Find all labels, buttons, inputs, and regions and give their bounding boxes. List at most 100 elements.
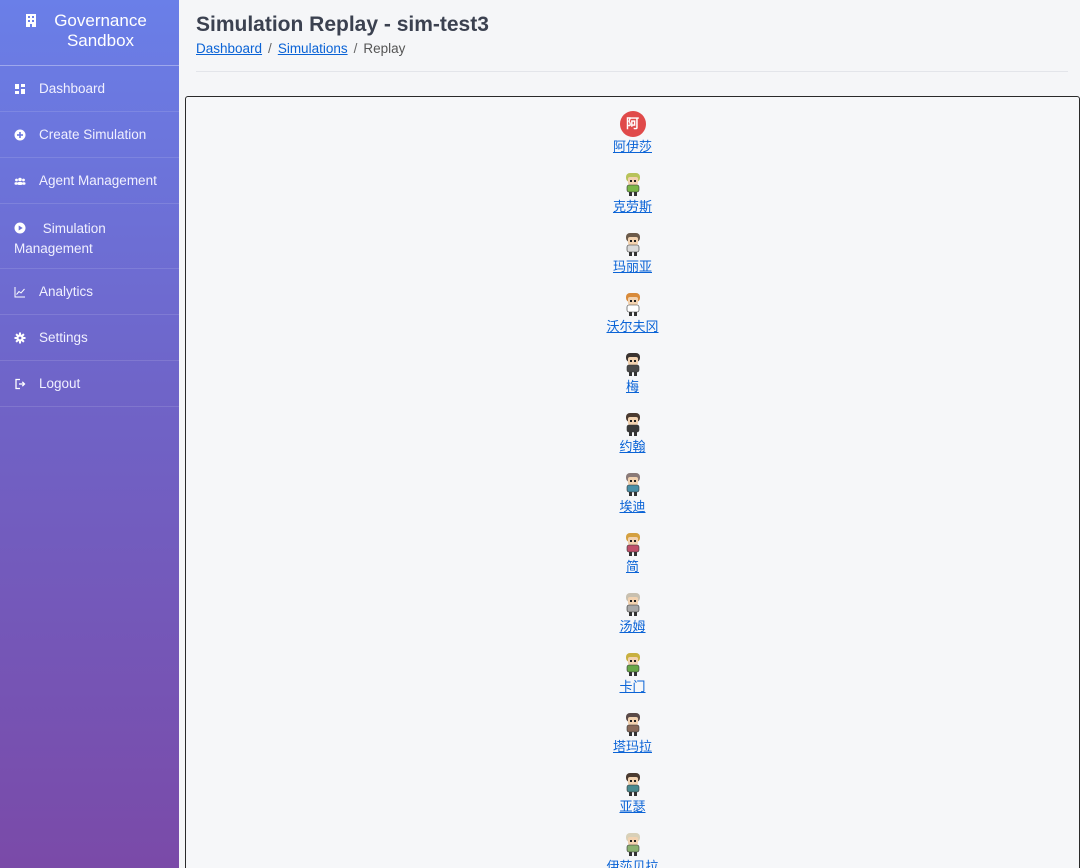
agent-item: 约翰 xyxy=(186,411,1079,456)
agent-sprite-part xyxy=(633,672,637,676)
sidebar-item-dashboard[interactable]: Dashboard xyxy=(0,66,179,112)
agent-item: 埃迪 xyxy=(186,471,1079,516)
agent-sprite-part xyxy=(629,480,632,482)
breadcrumb-separator: / xyxy=(268,41,272,56)
dashboard-icon xyxy=(15,83,25,94)
replay-canvas[interactable]: 阿阿伊莎克劳斯玛丽亚沃尔夫冈梅约翰埃迪简汤姆卡门塔玛拉亚瑟伊莎贝拉 xyxy=(185,96,1080,868)
agent-sprite-icon[interactable] xyxy=(620,591,646,617)
agent-item: 阿阿伊莎 xyxy=(186,111,1079,156)
agent-sprite-part xyxy=(633,360,636,362)
page-title: Simulation Replay - sim-test3 xyxy=(196,13,489,36)
agent-sprite-part xyxy=(633,480,636,482)
agent-sprite-part xyxy=(627,837,638,845)
agent-sprite-part xyxy=(626,364,639,373)
agent-sprite-icon[interactable] xyxy=(620,711,646,737)
sidebar-item-agent-management[interactable]: Agent Management xyxy=(0,158,179,204)
agent-name-link[interactable]: 简 xyxy=(626,559,639,575)
agent-sprite-part xyxy=(626,664,639,673)
agent-sprite-part xyxy=(633,372,637,376)
agent-item: 玛丽亚 xyxy=(186,231,1079,276)
agent-avatar-badge[interactable]: 阿 xyxy=(619,111,646,137)
sidebar-item-label: Analytics xyxy=(39,284,94,299)
agent-sprite-part xyxy=(633,432,637,436)
sidebar-item-label: Logout xyxy=(39,376,81,391)
agent-sprite-part xyxy=(626,304,639,313)
agent-sprite-part xyxy=(629,540,632,542)
agent-sprite-icon[interactable] xyxy=(620,411,646,437)
agent-sprite-part xyxy=(626,724,639,733)
line-chart-icon xyxy=(14,286,25,297)
agent-sprite-icon[interactable] xyxy=(620,171,646,197)
agent-name-link[interactable]: 玛丽亚 xyxy=(613,259,652,275)
agent-sprite-icon[interactable] xyxy=(620,771,646,797)
agent-sprite-icon[interactable] xyxy=(620,531,646,557)
agent-sprite-part xyxy=(627,717,638,725)
agent-sprite-part xyxy=(627,357,638,365)
agent-sprite-part xyxy=(633,180,636,182)
agent-sprite-part xyxy=(633,540,636,542)
agent-name-link[interactable]: 梅 xyxy=(626,379,639,395)
agent-sprite-icon[interactable] xyxy=(620,231,646,257)
agent-sprite-part xyxy=(633,300,636,302)
sidebar-item-settings[interactable]: Settings xyxy=(0,315,179,361)
plus-circle-icon xyxy=(14,129,26,140)
brand-title: Governance Sandbox xyxy=(54,11,147,50)
sidebar-item-label: Create Simulation xyxy=(39,127,147,142)
breadcrumb-dashboard-link[interactable]: Dashboard xyxy=(196,41,262,56)
agent-name-link[interactable]: 亚瑟 xyxy=(619,799,645,815)
agent-sprite-icon[interactable] xyxy=(620,651,646,677)
sidebar-item-logout[interactable]: Logout xyxy=(0,361,179,407)
sidebar-item-label: Dashboard xyxy=(39,81,106,96)
breadcrumb: Dashboard / Simulations / Replay xyxy=(196,41,405,56)
agent-sprite-part xyxy=(628,852,632,856)
agent-sprite-part xyxy=(633,780,636,782)
agent-sprite-part xyxy=(628,312,632,316)
agent-item: 伊莎贝拉 xyxy=(186,831,1079,868)
agent-name-link[interactable]: 伊莎贝拉 xyxy=(606,859,658,868)
agent-sprite-part xyxy=(626,424,639,433)
sidebar-item-simulation-management[interactable]: Simulation Management xyxy=(0,204,179,269)
agent-sprite-part xyxy=(629,840,632,842)
main-content: Simulation Replay - sim-test3 Dashboard /… xyxy=(179,0,1080,868)
agent-name-link[interactable]: 沃尔夫冈 xyxy=(606,319,658,335)
agent-sprite-part xyxy=(627,537,638,545)
agent-name-link[interactable]: 塔玛拉 xyxy=(613,739,652,755)
agent-sprite-part xyxy=(627,477,638,485)
agent-sprite-part xyxy=(633,312,637,316)
agent-sprite-icon[interactable] xyxy=(620,831,646,857)
agent-sprite-part xyxy=(629,420,632,422)
agent-item: 克劳斯 xyxy=(186,171,1079,216)
agent-name-link[interactable]: 卡门 xyxy=(619,679,645,695)
agent-sprite-part xyxy=(629,600,632,602)
agent-sprite-part xyxy=(626,484,639,493)
agent-sprite-part xyxy=(633,612,637,616)
agent-sprite-icon[interactable] xyxy=(620,471,646,497)
breadcrumb-simulations-link[interactable]: Simulations xyxy=(278,41,348,56)
agent-item: 沃尔夫冈 xyxy=(186,291,1079,336)
agent-sprite-part xyxy=(627,597,638,605)
agent-sprite-icon[interactable] xyxy=(620,291,646,317)
agent-sprite-part xyxy=(627,777,638,785)
agent-sprite-part xyxy=(633,852,637,856)
agent-sprite-part xyxy=(627,177,638,185)
agent-name-link[interactable]: 埃迪 xyxy=(619,499,645,515)
agent-sprite-part xyxy=(626,784,639,793)
agent-sprite-icon[interactable] xyxy=(620,351,646,377)
agent-name-link[interactable]: 汤姆 xyxy=(619,619,645,635)
sidebar-item-create-simulation[interactable]: Create Simulation xyxy=(0,112,179,158)
agent-name-link[interactable]: 约翰 xyxy=(619,439,645,455)
agent-item: 卡门 xyxy=(186,651,1079,696)
brand[interactable]: Governance Sandbox xyxy=(0,0,179,66)
agent-name-link[interactable]: 克劳斯 xyxy=(613,199,652,215)
agent-sprite-part xyxy=(629,360,632,362)
agent-sprite-part xyxy=(628,552,632,556)
agent-sprite-part xyxy=(633,600,636,602)
building-icon xyxy=(25,14,36,27)
agent-sprite-part xyxy=(633,720,636,722)
sidebar-item-analytics[interactable]: Analytics xyxy=(0,269,179,315)
agent-sprite-part xyxy=(626,544,639,553)
agent-name-link[interactable]: 阿伊莎 xyxy=(613,139,652,155)
agent-sprite-part xyxy=(633,420,636,422)
agent-sprite-part xyxy=(629,180,632,182)
agent-sprite-part xyxy=(626,244,639,253)
